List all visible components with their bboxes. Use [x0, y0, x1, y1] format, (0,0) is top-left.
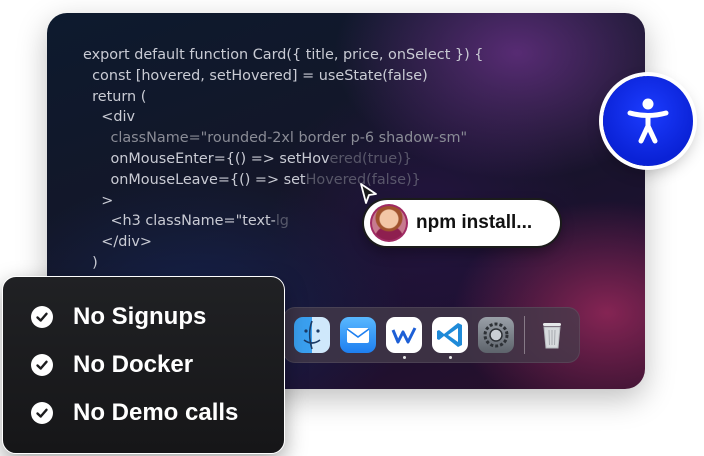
running-indicator: [403, 356, 406, 359]
dock: [283, 307, 580, 363]
accessibility-icon: [627, 98, 669, 144]
vscode-icon[interactable]: [432, 317, 468, 353]
presence-chip-text: npm install...: [416, 212, 533, 233]
feature-label: No Docker: [73, 351, 194, 378]
code-line: className="rounded-2xl border p-6 shadow…: [83, 130, 468, 147]
system-settings-icon[interactable]: [478, 317, 514, 353]
checkmark-icon: [31, 354, 53, 376]
windsurf-icon[interactable]: [386, 317, 422, 353]
features-panel: No Signups No Docker No Demo calls: [2, 276, 285, 454]
code-line: <div: [83, 109, 136, 126]
checkmark-icon: [31, 402, 53, 424]
code-line: return (: [83, 88, 147, 105]
trash-icon[interactable]: [534, 317, 570, 353]
mail-icon[interactable]: [340, 317, 376, 353]
code-line: ): [83, 254, 98, 271]
code-faded-text: ered(true)}: [329, 150, 412, 167]
dock-separator: [524, 316, 525, 354]
code-faded-text: lg: [275, 213, 289, 230]
user-presence-chip: npm install...: [364, 200, 560, 246]
feature-item: No Docker: [31, 348, 193, 382]
code-line: export default function Card({ title, pr…: [83, 47, 484, 63]
code-line: onMouseLeave={() => setHovered(false)}: [83, 171, 421, 188]
feature-item: No Demo calls: [31, 396, 238, 430]
feature-item: No Signups: [31, 300, 206, 334]
finder-icon[interactable]: [294, 317, 330, 353]
accessibility-button[interactable]: [603, 76, 693, 166]
feature-label: No Signups: [73, 303, 207, 330]
running-indicator: [449, 356, 452, 359]
avatar: [372, 206, 406, 240]
code-line: const [hovered, setHovered] = useState(f…: [83, 67, 428, 84]
checkmark-icon: [31, 306, 53, 328]
feature-label: No Demo calls: [73, 399, 239, 426]
code-line: onMouseEnter={() => setHovered(true)}: [83, 150, 412, 167]
